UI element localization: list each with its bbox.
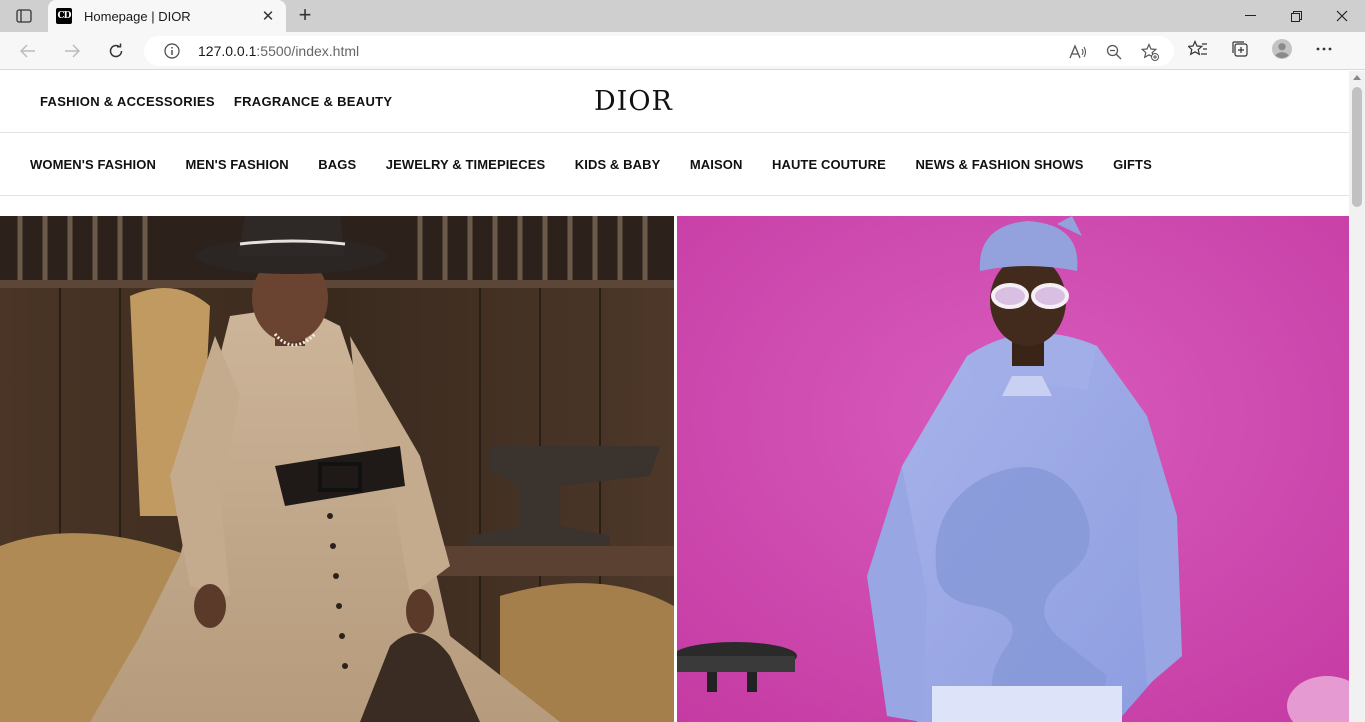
tab-title: Homepage | DIOR	[84, 8, 191, 24]
back-icon[interactable]	[15, 39, 41, 63]
add-favorite-icon[interactable]	[1140, 42, 1160, 62]
nav-mens-fashion[interactable]: MEN'S FASHION	[185, 157, 288, 172]
zoom-out-icon[interactable]	[1104, 42, 1124, 62]
read-aloud-icon[interactable]	[1068, 42, 1088, 62]
nav-gifts[interactable]: GIFTS	[1113, 157, 1152, 172]
profile-avatar-icon[interactable]	[1272, 39, 1292, 59]
top-link-fragrance-beauty[interactable]: FRAGRANCE & BEAUTY	[234, 94, 393, 109]
close-window-icon[interactable]	[1319, 0, 1365, 32]
man-in-blue-hoodie-photo	[677, 216, 1349, 722]
dior-favicon-icon: CD	[56, 8, 72, 24]
main-navigation: WOMEN'S FASHION MEN'S FASHION BAGS JEWEL…	[0, 133, 1349, 196]
collections-icon[interactable]	[1230, 39, 1250, 59]
nav-haute-couture[interactable]: HAUTE COUTURE	[772, 157, 886, 172]
restore-icon[interactable]	[1273, 0, 1319, 32]
nav-kids-baby[interactable]: KIDS & BABY	[575, 157, 661, 172]
scroll-thumb[interactable]	[1352, 87, 1362, 207]
nav-bags[interactable]: BAGS	[318, 157, 356, 172]
browser-tab[interactable]: CD Homepage | DIOR ✕	[48, 0, 286, 32]
url-text: 127.0.0.1:5500/index.html	[198, 43, 360, 59]
top-link-fashion-accessories[interactable]: FASHION & ACCESSORIES	[40, 94, 215, 109]
forward-icon[interactable]	[59, 39, 85, 63]
refresh-icon[interactable]	[103, 39, 129, 63]
dior-logo[interactable]: DIOR	[594, 86, 673, 117]
minimize-icon[interactable]	[1227, 0, 1273, 32]
nav-womens-fashion[interactable]: WOMEN'S FASHION	[30, 157, 156, 172]
nav-jewelry-timepieces[interactable]: JEWELRY & TIMEPIECES	[386, 157, 545, 172]
tab-close-icon[interactable]: ✕	[258, 7, 278, 25]
nav-maison[interactable]: MAISON	[690, 157, 743, 172]
nav-news-fashion-shows[interactable]: NEWS & FASHION SHOWS	[915, 157, 1083, 172]
browser-tabbar: CD Homepage | DIOR ✕ +	[0, 0, 1365, 32]
new-tab-icon[interactable]: +	[294, 4, 316, 26]
tab-actions-icon[interactable]	[10, 6, 38, 26]
hero-image-mens[interactable]	[677, 216, 1349, 722]
woman-in-stable-photo	[0, 216, 674, 722]
scroll-up-arrow-icon[interactable]	[1353, 75, 1361, 80]
site-header-top: FASHION & ACCESSORIES FRAGRANCE & BEAUTY…	[0, 71, 1349, 133]
hero-image-womens[interactable]	[0, 216, 674, 722]
more-menu-icon[interactable]	[1314, 39, 1334, 59]
page-scrollbar[interactable]	[1349, 71, 1365, 722]
browser-toolbar: 127.0.0.1:5500/index.html	[0, 32, 1365, 70]
favorites-icon[interactable]	[1188, 39, 1208, 59]
site-info-icon[interactable]	[162, 41, 182, 61]
page-viewport: FASHION & ACCESSORIES FRAGRANCE & BEAUTY…	[0, 71, 1349, 722]
url-bar[interactable]: 127.0.0.1:5500/index.html	[144, 36, 1174, 66]
